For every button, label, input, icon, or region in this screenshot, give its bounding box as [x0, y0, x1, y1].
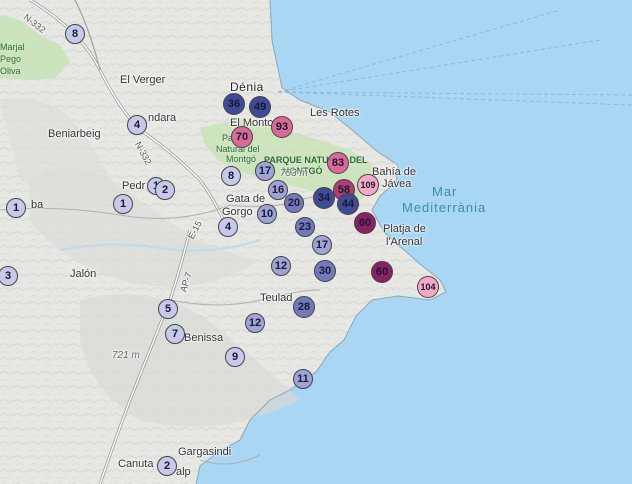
cluster-marker[interactable]: 30	[314, 260, 336, 282]
map-label-teulad: Teulad	[260, 292, 293, 304]
cluster-marker[interactable]: 60	[354, 212, 376, 234]
cluster-marker[interactable]: 7	[165, 324, 185, 344]
cluster-marker[interactable]: 10	[257, 204, 277, 224]
map-label-ba: ba	[31, 199, 44, 211]
cluster-marker[interactable]: 104	[417, 276, 439, 298]
map-label-m721: 721 m	[112, 350, 140, 361]
cluster-marker[interactable]: 12	[245, 313, 265, 333]
cluster-marker[interactable]: 34	[313, 187, 335, 209]
map-label-jalon: Jalón	[70, 268, 97, 280]
cluster-marker[interactable]: 28	[293, 296, 315, 318]
map-label-canuta: Canuta	[118, 458, 154, 470]
cluster-marker[interactable]: 4	[218, 217, 238, 237]
map-label-gata: Gata de	[226, 193, 266, 205]
map-label-montgo: Montgó	[226, 154, 257, 164]
cluster-marker[interactable]: 5	[158, 299, 178, 319]
map-label-mar: Mar	[432, 184, 458, 199]
cluster-marker[interactable]: 109	[357, 174, 379, 196]
cluster-marker[interactable]: 17	[255, 161, 275, 181]
cluster-marker[interactable]: 83	[327, 152, 349, 174]
map-label-parquenat: PARQUE NATURAL DEL	[264, 155, 368, 165]
cluster-marker[interactable]: 60	[371, 261, 393, 283]
map-label-m753: 753 m	[280, 168, 308, 179]
cluster-marker[interactable]: 49	[249, 96, 271, 118]
map-label-majral: Marjal	[0, 42, 25, 52]
cluster-marker[interactable]: 1	[6, 198, 26, 218]
cluster-marker[interactable]: 8	[221, 166, 241, 186]
cluster-marker[interactable]: 17	[312, 235, 332, 255]
cluster-marker[interactable]: 1	[113, 194, 133, 214]
cluster-marker[interactable]: 20	[284, 193, 304, 213]
cluster-marker[interactable]: 2	[155, 180, 175, 200]
map-label-denia: Dénia	[230, 80, 264, 94]
map-label-platja: Platja de	[383, 223, 426, 235]
map-label-arenal: l'Arenal	[386, 236, 423, 248]
map-label-alp: alp	[176, 466, 191, 478]
map-label-javea: Jávea	[382, 178, 412, 190]
cluster-marker[interactable]: 36	[223, 93, 245, 115]
map-label-oliva: Oliva	[0, 66, 21, 76]
map-view[interactable]: Marjal Pego Oliva N-332 N-332 El Verger Dénia L…	[0, 0, 632, 484]
map-label-pego: Pego	[0, 54, 22, 64]
map-label-ondara: ndara	[148, 112, 177, 124]
cluster-marker[interactable]: 4	[127, 115, 147, 135]
map-label-gargasindi: Gargasindi	[178, 446, 232, 458]
cluster-marker[interactable]: 23	[295, 217, 315, 237]
cluster-marker[interactable]: 44	[337, 193, 359, 215]
cluster-marker[interactable]: 9	[225, 347, 245, 367]
map-label-benissa: Benissa	[184, 332, 224, 344]
map-label-medi: Mediterrània	[402, 200, 487, 215]
cluster-marker[interactable]: 11	[293, 369, 313, 389]
map-label-lesrotes: Les Rotes	[310, 107, 360, 119]
cluster-marker[interactable]: 12	[271, 256, 291, 276]
cluster-marker[interactable]: 93	[271, 116, 293, 138]
cluster-marker[interactable]: 70	[231, 126, 253, 148]
map-label-pedr: Pedr	[122, 180, 146, 192]
map-label-beniarbeig: Beniarbeig	[48, 128, 101, 140]
map-label-elverger: El Verger	[120, 74, 166, 86]
cluster-marker[interactable]: 2	[157, 456, 177, 476]
map-label-bahia: Bahía de	[372, 166, 417, 178]
cluster-marker[interactable]: 8	[65, 24, 85, 44]
